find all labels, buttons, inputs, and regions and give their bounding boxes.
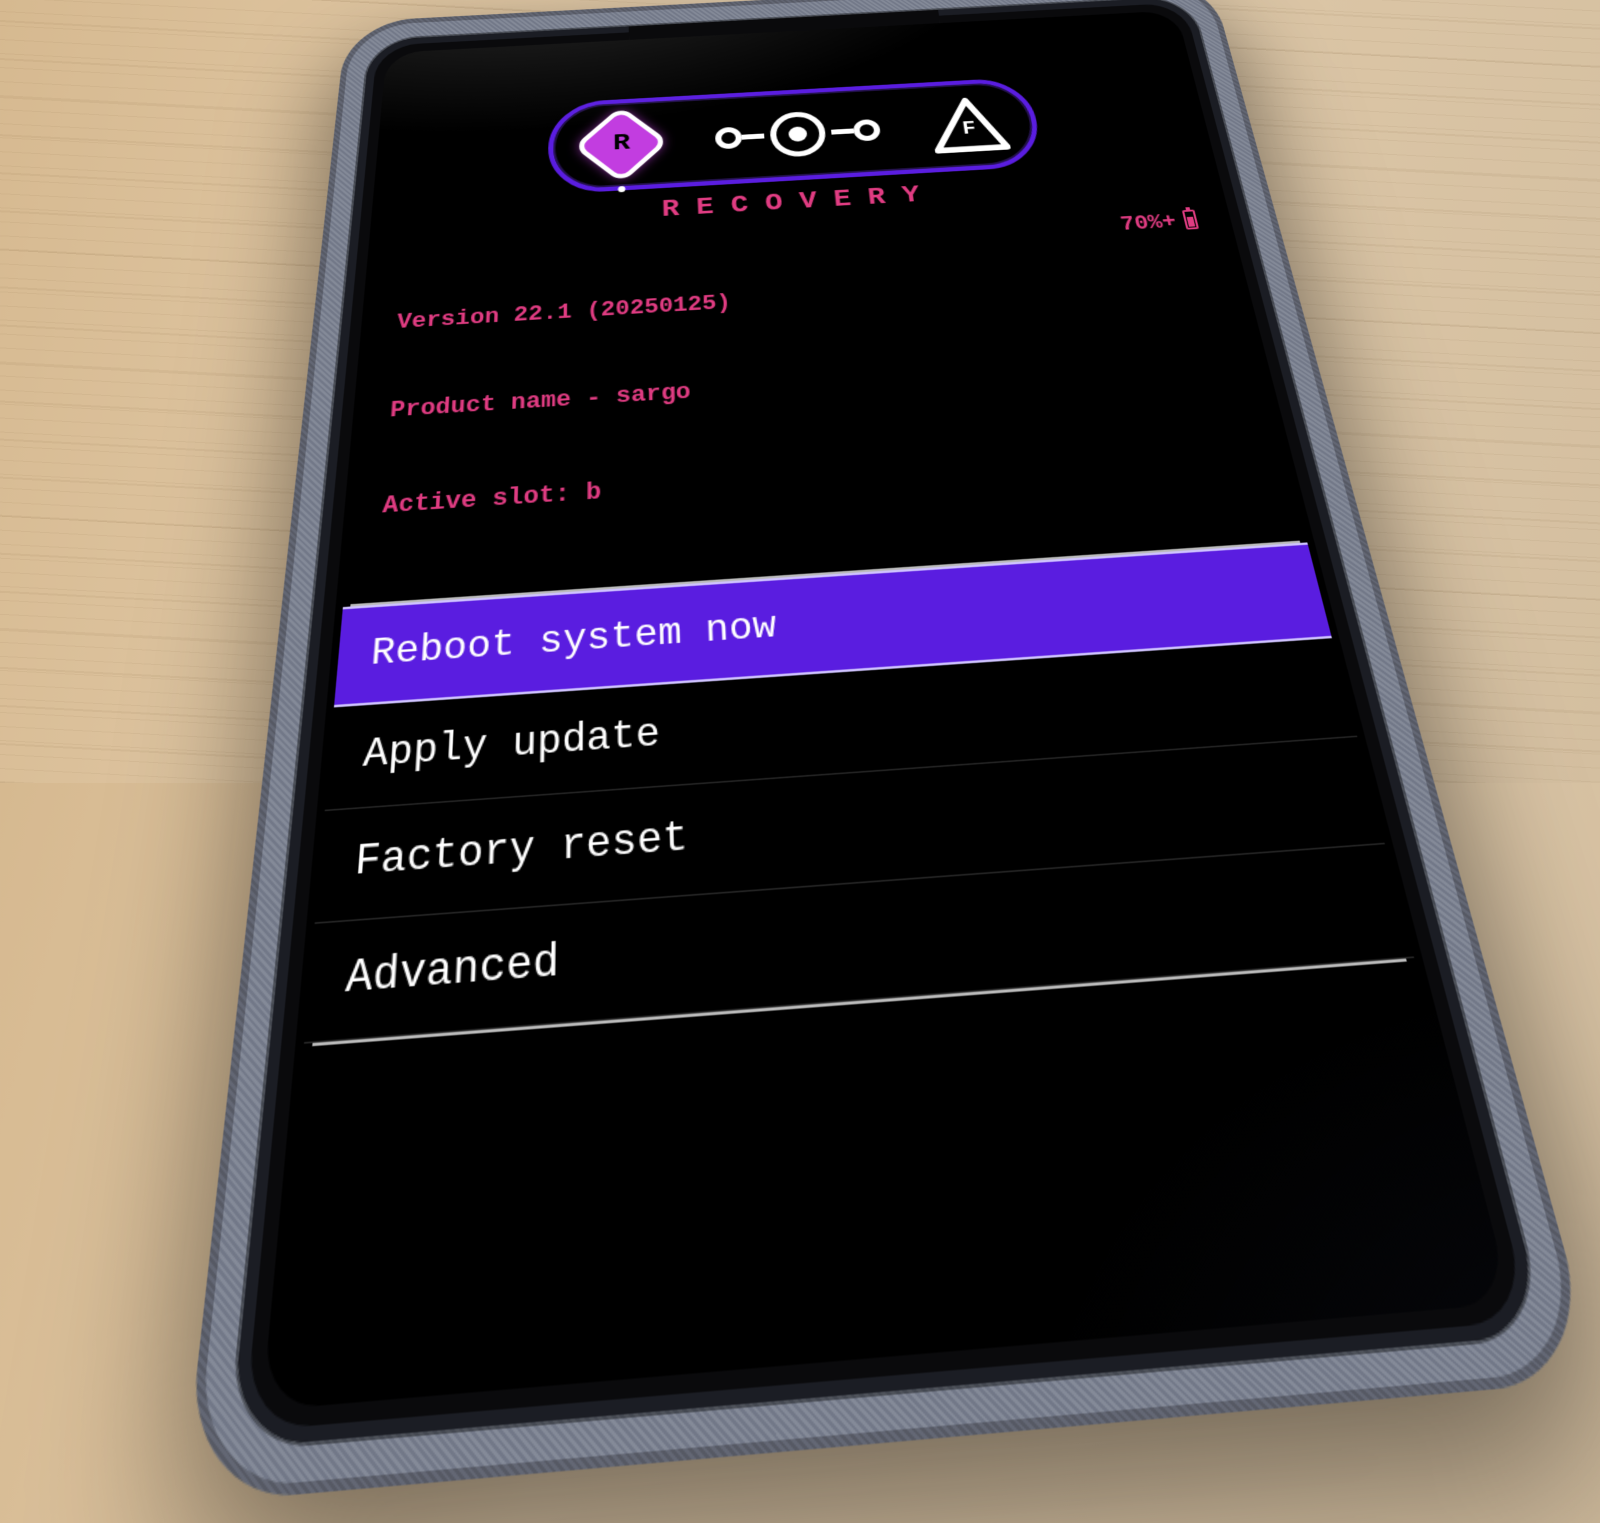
battery-icon — [1182, 210, 1199, 230]
mode-selector-pill: R F — [547, 77, 1045, 195]
device-info-block: Version 22.1 (20250125) Product name - s… — [343, 206, 1306, 604]
recovery-menu: Reboot system now Apply update Factory r… — [304, 542, 1415, 1047]
fastboot-badge-icon: F — [927, 96, 1010, 154]
recovery-badge-icon: R — [579, 108, 664, 181]
recovery-screen: R F RECOVERY Vers — [262, 10, 1512, 1410]
battery-percent: 70%+ — [1118, 209, 1179, 239]
phone-frame: R F RECOVERY Vers — [230, 0, 1548, 1448]
product-name-line: Product name - sargo — [389, 375, 737, 427]
lineage-logo-icon — [714, 108, 882, 162]
active-slot-line: Active slot: b — [381, 467, 741, 523]
phone-device: R F RECOVERY Vers — [182, 0, 1600, 1505]
recovery-badge-letter: R — [613, 132, 630, 156]
version-line: Version 22.1 (20250125) — [396, 289, 732, 337]
fastboot-badge-letter: F — [927, 96, 1010, 154]
